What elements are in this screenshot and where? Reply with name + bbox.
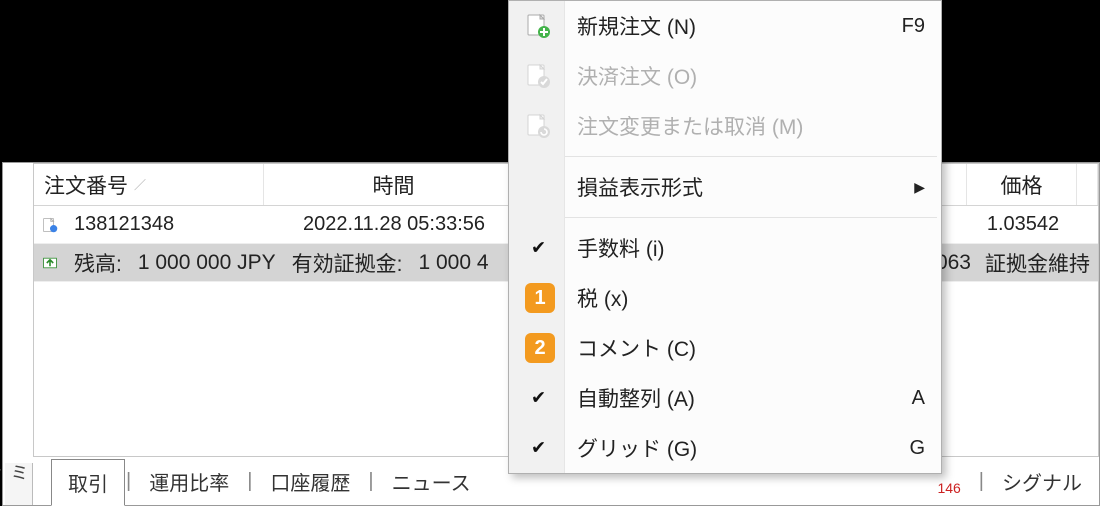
menu-pnl-format[interactable]: 損益表示形式 ▶ xyxy=(509,162,941,212)
menu-sep-1 xyxy=(565,156,937,157)
order-id: 138121348 xyxy=(66,209,264,240)
menu-auto-arrange-shortcut: A xyxy=(912,387,925,410)
menu-auto-arrange-label: 自動整列 (A) xyxy=(577,383,695,413)
terminal-vertical-label: ターミナル xyxy=(5,463,33,505)
menu-grid-label: グリッド (G) xyxy=(577,433,697,463)
sort-asc-icon: ／ xyxy=(134,176,146,193)
badge-1-icon: 1 xyxy=(525,283,555,313)
check-icon: ✔ xyxy=(531,388,546,409)
menu-tax-label: 税 (x) xyxy=(577,283,628,313)
equity-label: 有効証拠金: xyxy=(284,244,411,282)
order-price: 1.03542 xyxy=(968,209,1078,240)
col-extra[interactable] xyxy=(1077,164,1098,205)
order-row-icon xyxy=(34,210,66,240)
tab-news[interactable]: ニュース xyxy=(375,458,488,505)
menu-new-order-shortcut: F9 xyxy=(902,15,925,38)
menu-grid[interactable]: ✔ グリッド (G) G xyxy=(509,423,941,473)
col-order-number[interactable]: 注文番号 ／ xyxy=(34,164,264,205)
submenu-arrow-icon: ▶ xyxy=(914,179,925,196)
col-time-label: 時間 xyxy=(373,170,415,200)
order-extra xyxy=(1078,221,1098,229)
menu-new-order[interactable]: 新規注文 (N) F9 xyxy=(509,1,941,51)
tab-sep-2: | xyxy=(246,462,253,501)
tab-sep-1: | xyxy=(125,462,132,501)
balance-row-icon xyxy=(34,249,66,277)
menu-commission[interactable]: ✔ 手数料 (i) xyxy=(509,223,941,273)
modify-order-icon xyxy=(523,111,553,141)
new-order-icon xyxy=(523,11,553,41)
balance-extra2: 証拠金維持 xyxy=(977,244,1098,282)
menu-auto-arrange[interactable]: ✔ 自動整列 (A) A xyxy=(509,373,941,423)
col-price[interactable]: 価格 xyxy=(967,164,1077,205)
menu-commission-label: 手数料 (i) xyxy=(577,233,665,263)
tab-signal[interactable]: シグナル xyxy=(985,458,1099,505)
menu-grid-shortcut: G xyxy=(909,437,925,460)
check-icon: ✔ xyxy=(531,438,546,459)
menu-pnl-format-label: 損益表示形式 xyxy=(577,172,703,202)
tab-history-label: 口座履歴 xyxy=(270,467,350,496)
tab-history[interactable]: 口座履歴 xyxy=(253,458,367,505)
tab-sep-3: | xyxy=(367,462,374,501)
balance-value: 1 000 000 JPY xyxy=(130,247,284,279)
menu-close-order: 決済注文 (O) xyxy=(509,51,941,101)
col-order-number-label: 注文番号 xyxy=(44,170,128,200)
menu-new-order-label: 新規注文 (N) xyxy=(577,11,696,41)
menu-modify-order-label: 注文変更または取消 (M) xyxy=(577,111,803,141)
balance-label: 残高: xyxy=(66,244,130,282)
badge-2-icon: 2 xyxy=(525,333,555,363)
tab-trade-label: 取引 xyxy=(68,468,108,497)
menu-comment-label: コメント (C) xyxy=(577,333,696,363)
tab-sep-4: | xyxy=(978,462,985,501)
equity-value: 1 000 4 xyxy=(410,247,496,279)
col-time[interactable]: 時間 xyxy=(264,164,524,205)
col-price-label: 価格 xyxy=(1001,170,1043,200)
menu-modify-order: 注文変更または取消 (M) xyxy=(509,101,941,151)
tab-ratio-label: 運用比率 xyxy=(149,467,229,496)
menu-sep-2 xyxy=(565,217,937,218)
close-order-icon xyxy=(523,61,553,91)
menu-close-order-label: 決済注文 (O) xyxy=(577,61,697,91)
tab-badge-count: 146 xyxy=(937,480,960,496)
menu-comment[interactable]: 2 コメント (C) xyxy=(509,323,941,373)
tab-ratio[interactable]: 運用比率 xyxy=(132,458,246,505)
context-menu: 新規注文 (N) F9 決済注文 (O) 注文変更または取消 (M) 損益表示 xyxy=(508,0,942,474)
tab-news-label: ニュース xyxy=(392,467,471,496)
tab-badge[interactable]: 146 xyxy=(920,471,977,505)
menu-tax[interactable]: 1 税 (x) xyxy=(509,273,941,323)
tab-trade[interactable]: 取引 xyxy=(51,459,125,506)
order-time: 2022.11.28 05:33:56 xyxy=(264,209,524,240)
check-icon: ✔ xyxy=(531,238,546,259)
tab-signal-label: シグナル xyxy=(1002,467,1082,496)
